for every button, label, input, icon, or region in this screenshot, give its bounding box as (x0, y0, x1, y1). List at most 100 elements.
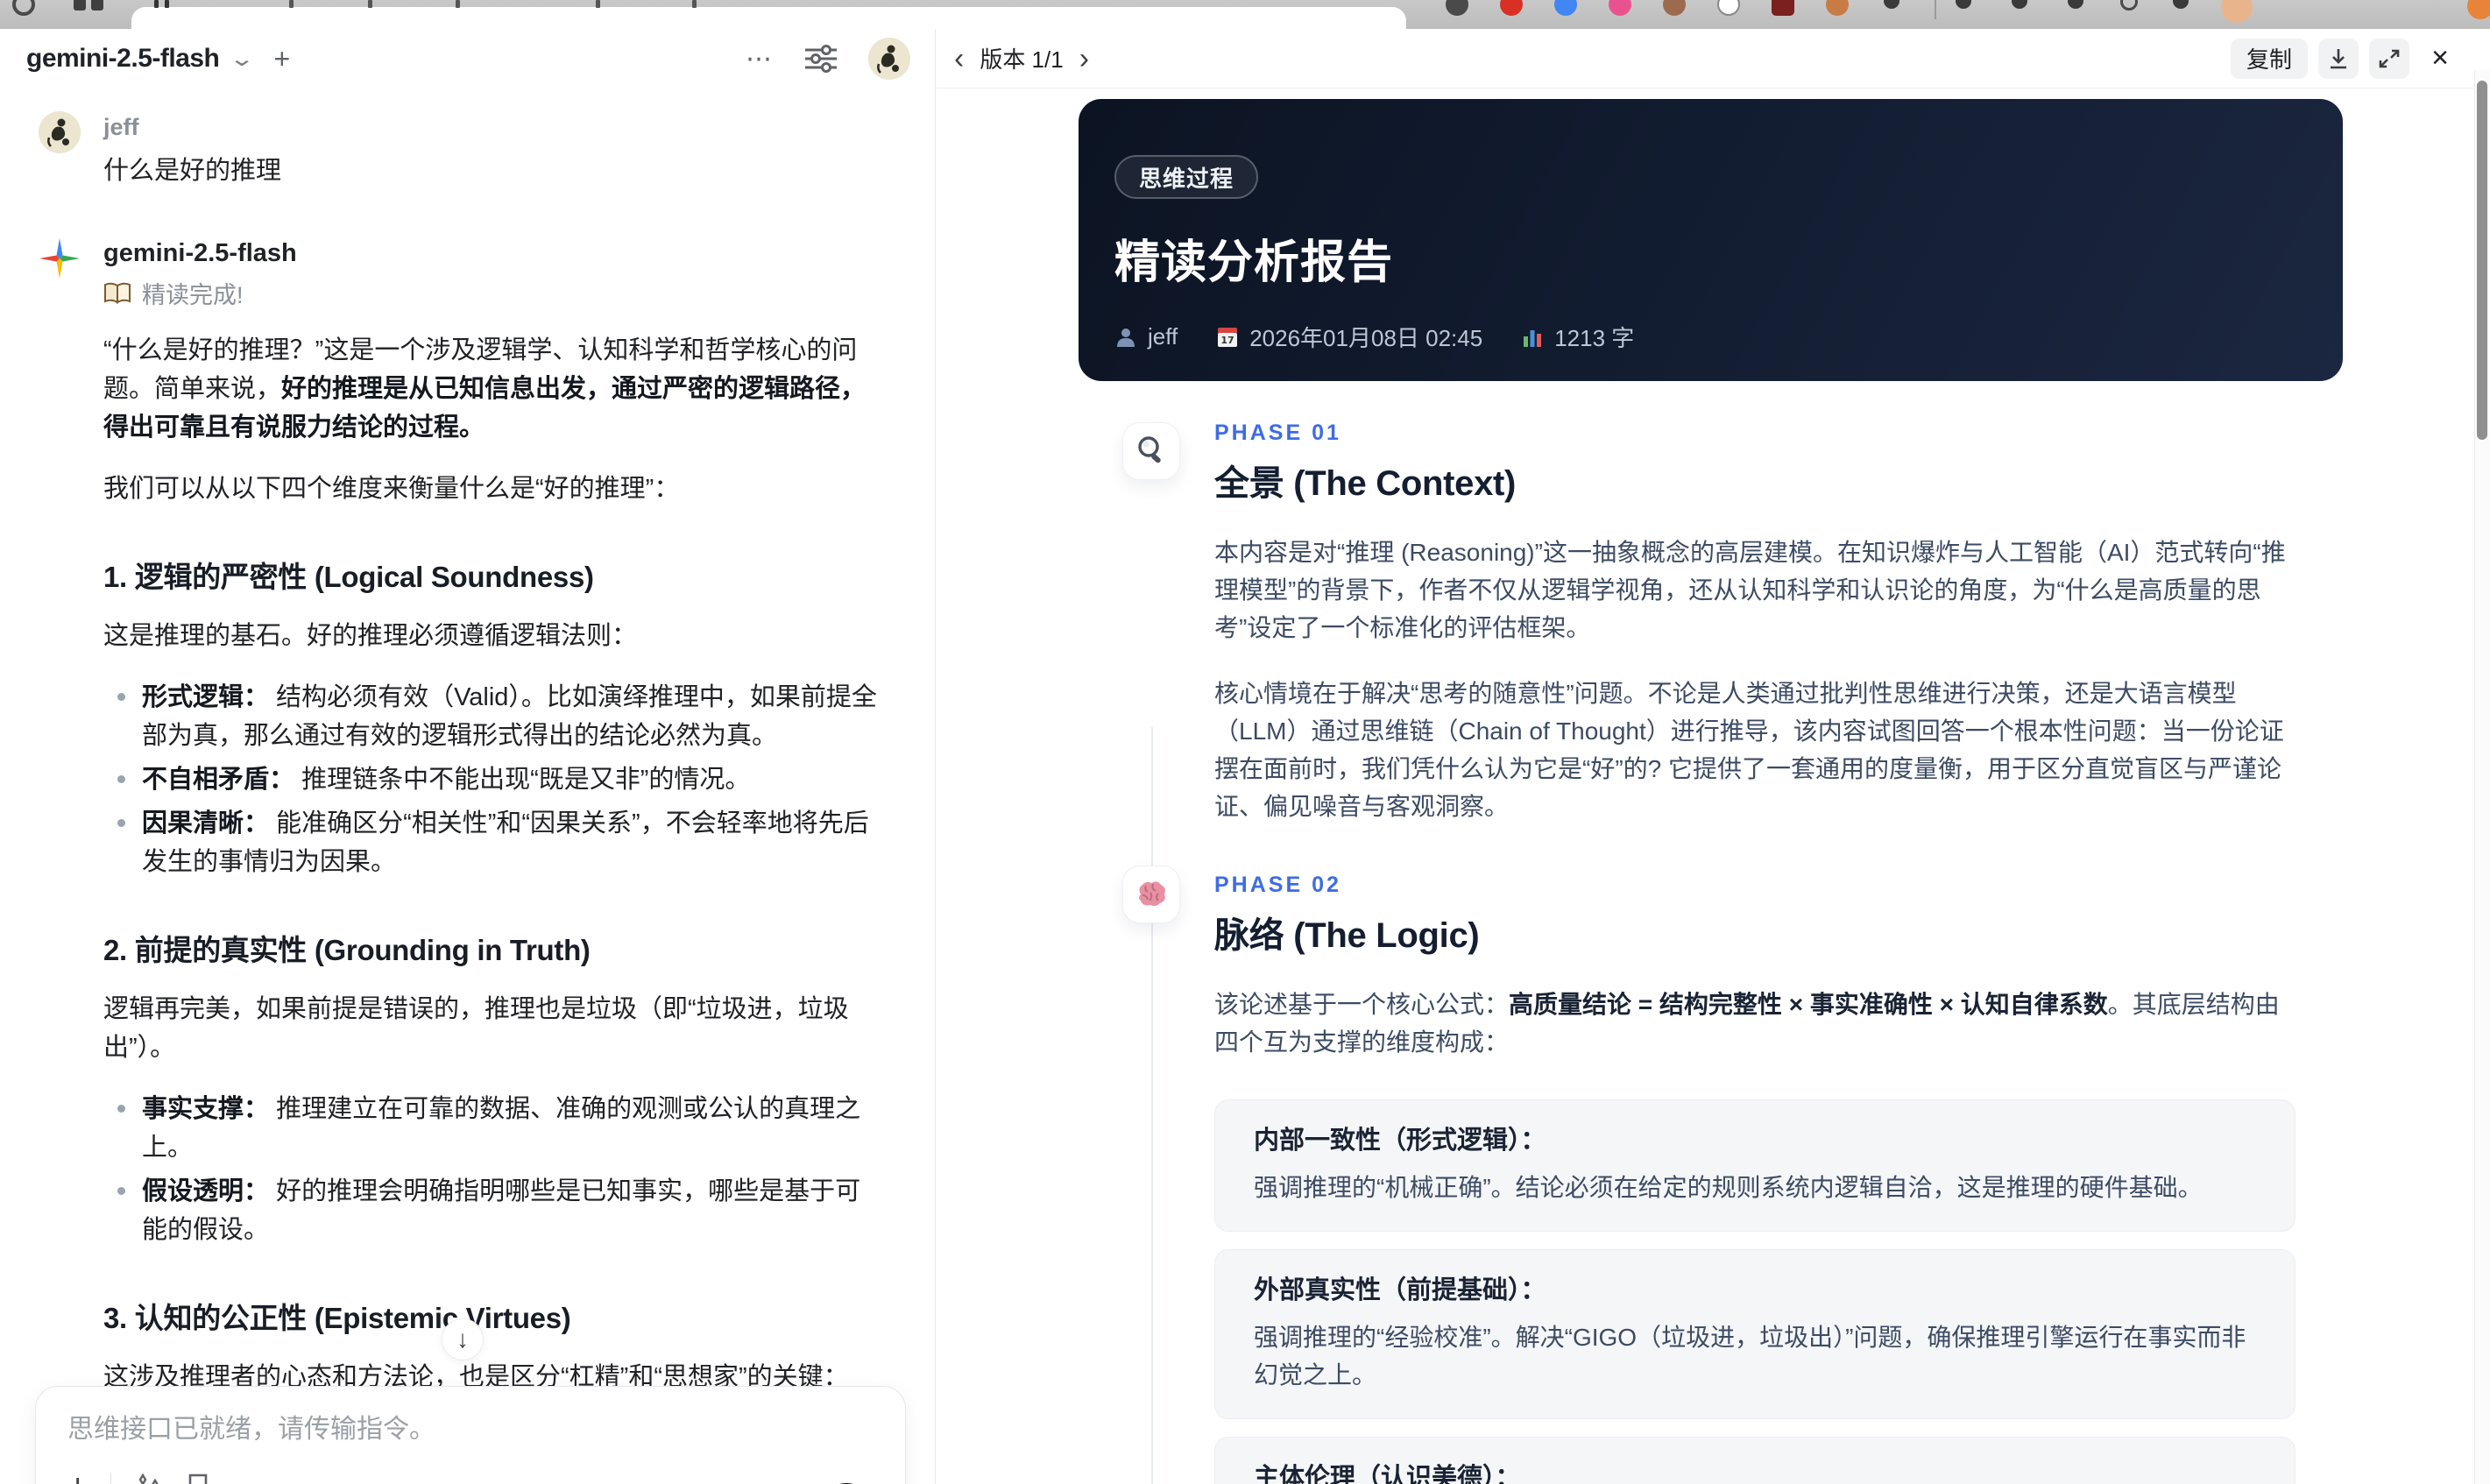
tune-sliders-icon[interactable] (803, 43, 838, 74)
version-label: 版本 1/1 (980, 46, 1064, 73)
chat-scroll-area[interactable]: jeff 什么是好的推理 gemini-2.5-flash 精读完成! “什么是… (0, 80, 935, 1484)
phase-title: 全景 (The Context) (1214, 464, 1517, 503)
phase-timeline: PHASE 01 全景 (The Context) 本内容是对“推理 (Reas… (937, 420, 2490, 1484)
list-item: 假设透明： 好的推理会明确指明哪些是已知事实，哪些是基于可能的假设。 (103, 1172, 878, 1249)
assistant-message: gemini-2.5-flash 精读完成! “什么是好的推理？”这是一个涉及逻… (39, 237, 900, 1484)
artifact-actions: 复制 × (2230, 38, 2476, 79)
chevron-down-icon[interactable]: ⌄ (229, 46, 255, 72)
reload-icon[interactable] (12, 0, 35, 16)
message-composer[interactable]: 思维接口已就绪，请传输指令。 + (35, 1386, 906, 1484)
logic-card: 内部一致性（形式逻辑）： 强调推理的“机械正确”。结论必须在给定的规则系统内逻辑… (1214, 1099, 2295, 1232)
model-selector[interactable]: gemini-2.5-flash (26, 44, 220, 74)
url-text-fragment (289, 0, 294, 8)
phase-section-2: PHASE 02 脉络 (The Logic) 该论述基于一个核心公式：高质量结… (937, 866, 2490, 1484)
report-meta: jeff 17 2026年01月08日 02:45 1213 字 (1114, 321, 2304, 353)
device-icon[interactable] (2068, 0, 2083, 9)
grid-icon[interactable] (74, 0, 86, 11)
extension-icon[interactable] (1446, 0, 1468, 16)
chat-header: gemini-2.5-flash ⌄ + ⋯ (0, 29, 935, 80)
url-text-fragment (456, 0, 460, 8)
composer-toolbar: + (67, 1469, 879, 1484)
chevron-right-icon[interactable]: › (1079, 44, 1089, 74)
phase-label: PHASE 02 (1214, 873, 1341, 897)
extension-icon[interactable] (1717, 0, 1740, 16)
window-scrollbar[interactable] (2474, 70, 2490, 1484)
new-chat-button[interactable]: + (274, 43, 291, 75)
close-panel-button[interactable]: × (2420, 39, 2460, 79)
phase-paragraph: 核心情境在于解决“思考的随意性”问题。不论是人类通过批判性思维进行决策，还是大语… (1214, 680, 2284, 820)
download-button[interactable] (2318, 38, 2359, 79)
extension-icon[interactable] (1609, 0, 1631, 16)
extension-icon[interactable] (1500, 0, 1523, 16)
intro-paragraph: “什么是好的推理？”这是一个涉及逻辑学、认知科学和哲学核心的问题。简单来说，好的… (103, 336, 867, 442)
chevron-left-icon[interactable]: ‹ (954, 44, 964, 74)
user-message: jeff 什么是好的推理 (39, 111, 900, 188)
status-text: 精读完成! (142, 282, 244, 308)
browser-toolbar (0, 0, 2490, 29)
grid-icon[interactable] (91, 0, 103, 11)
bullet-list: 事实支撑： 推理建立在可靠的数据、准确的观测或公认的真理之上。 假设透明： 好的… (103, 1090, 878, 1249)
composer-divider (110, 1473, 112, 1484)
magnifier-icon (1122, 422, 1180, 480)
user-avatar[interactable] (868, 38, 910, 80)
phase-body: 该论述基于一个核心公式：高质量结论 = 结构完整性 × 事实准确性 × 认知自律… (1214, 986, 2300, 1061)
gemini-star-icon (39, 237, 81, 1484)
report-hero-card: 思维过程 精读分析报告 jeff 17 2026年01月08日 02:45 12… (1079, 99, 2343, 381)
list-item: 事实支撑： 推理建立在可靠的数据、准确的观测或公认的真理之上。 (103, 1090, 878, 1167)
logic-card: 外部真实性（前提基础）： 强调推理的“经验校准”。解决“GIGO（垃圾进，垃圾出… (1214, 1249, 2295, 1419)
list-item: 因果清晰： 能准确区分“相关性”和“因果关系”，不会轻率地将先后发生的事情归为因… (103, 804, 878, 881)
user-message-text: 什么是好的推理 (103, 157, 282, 185)
status-icon[interactable] (2120, 0, 2138, 11)
screen: gemini-2.5-flash ⌄ + ⋯ jeff 什么是好的推理 gemi… (0, 0, 2490, 1484)
artifact-content[interactable]: 思维过程 精读分析报告 jeff 17 2026年01月08日 02:45 12… (937, 88, 2490, 1484)
hero-badge: 思维过程 (1114, 155, 1259, 199)
menu-icon[interactable] (154, 0, 159, 8)
logic-card-body: 强调推理的“机械正确”。结论必须在给定的规则系统内逻辑自洽，这是推理的硬件基础。 (1254, 1174, 2203, 1201)
meta-author: jeff (1114, 323, 1178, 350)
url-text-fragment (596, 0, 600, 8)
section-intro: 这是推理的基石。好的推理必须遵循逻辑法则： (103, 622, 638, 650)
scrollbar-thumb[interactable] (2477, 81, 2487, 440)
browser-address-bar[interactable] (131, 7, 1406, 29)
phase-title: 脉络 (The Logic) (1214, 916, 1480, 955)
message-author: jeff (103, 114, 139, 140)
extension-icon[interactable] (1772, 0, 1794, 16)
scroll-to-bottom-button[interactable]: ↓ (442, 1318, 484, 1360)
browser-menu-icon[interactable] (2467, 0, 2490, 19)
sparkle-tools-icon[interactable] (134, 1472, 164, 1484)
pen-icon[interactable] (2012, 0, 2027, 9)
meta-date: 17 2026年01月08日 02:45 (1216, 321, 1482, 353)
report-title: 精读分析报告 (1114, 237, 1394, 288)
extension-icon[interactable] (1663, 0, 1686, 16)
meta-word-count: 1213 字 (1521, 321, 1634, 353)
section-intro: 逻辑再完美，如果前提是错误的，推理也是垃圾（即“垃圾进，垃圾出”）。 (103, 995, 849, 1062)
assistant-body: “什么是好的推理？”这是一个涉及逻辑学、认知科学和哲学核心的问题。简单来说，好的… (103, 331, 878, 1484)
pin-icon[interactable] (1956, 0, 1971, 9)
url-text-fragment (692, 0, 697, 8)
artifact-toolbar: ‹ 版本 1/1 › 复制 × (937, 29, 2490, 88)
extension-icon[interactable] (2173, 0, 2189, 9)
list-item: 不自相矛盾： 推理链条中不能出现“既是又非”的情况。 (103, 760, 878, 799)
logic-card-title: 主体伦理（认识美德）： (1254, 1464, 1521, 1484)
composer-placeholder[interactable]: 思维接口已就绪，请传输指令。 (67, 1413, 874, 1446)
chat-panel: gemini-2.5-flash ⌄ + ⋯ jeff 什么是好的推理 gemi… (0, 29, 936, 1484)
extension-icon[interactable] (1554, 0, 1577, 16)
logic-card-title: 内部一致性（形式逻辑）： (1254, 1127, 1546, 1155)
phase-label: PHASE 01 (1214, 420, 1341, 445)
bookmark-icon[interactable] (187, 1473, 209, 1484)
extension-icon[interactable] (1826, 0, 1849, 16)
extension-icon[interactable] (1884, 0, 1899, 9)
more-options-icon[interactable]: ⋯ (746, 44, 774, 74)
phase-paragraph: 该论述基于一个核心公式：高质量结论 = 结构完整性 × 事实准确性 × 认知自律… (1214, 991, 2280, 1056)
expand-fullscreen-button[interactable] (2369, 38, 2409, 79)
brain-icon (1122, 866, 1180, 923)
book-icon (103, 282, 131, 305)
copy-button[interactable]: 复制 (2230, 38, 2308, 79)
url-text-fragment (368, 0, 372, 8)
attach-plus-button[interactable]: + (67, 1469, 88, 1484)
assistant-status: 精读完成! (103, 276, 878, 310)
assistant-name: gemini-2.5-flash (103, 239, 297, 267)
logic-card-title: 外部真实性（前提基础）： (1254, 1276, 1546, 1304)
section-heading: 1. 逻辑的严密性 (Logical Soundness) (103, 561, 594, 593)
profile-avatar[interactable] (2221, 0, 2253, 23)
